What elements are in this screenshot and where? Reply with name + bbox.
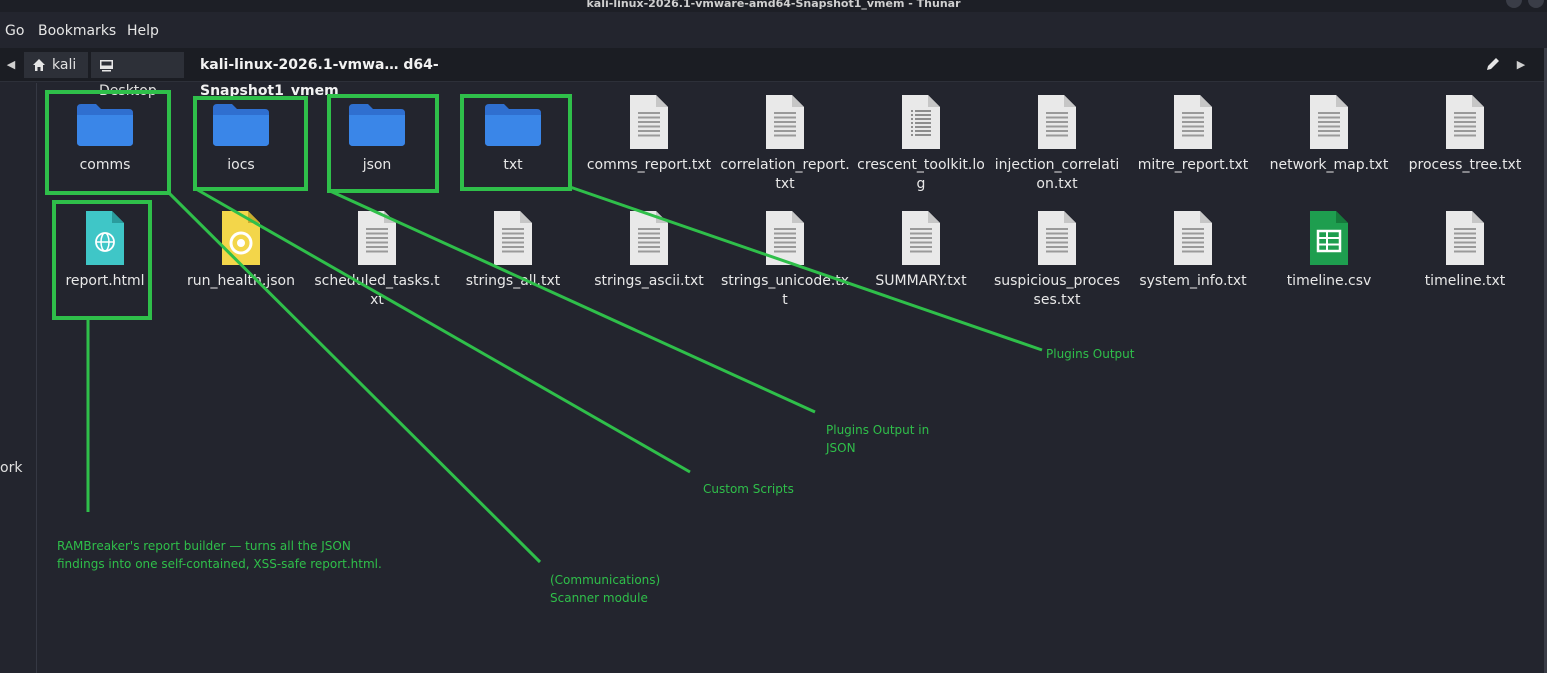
text-file-icon (1038, 95, 1076, 149)
breadcrumb-home[interactable]: kali (24, 52, 88, 78)
breadcrumb-home-label: kali (52, 57, 77, 73)
annotation-plugins-output-json: Plugins Output in JSON (826, 421, 929, 457)
crumb-scroll-right-button[interactable]: ▶ (1512, 52, 1530, 78)
file-name: json (362, 157, 392, 173)
text-file-icon (630, 211, 668, 265)
annotation-comms-scanner-line1: (Communications) (550, 573, 661, 587)
text-file-icon (1310, 95, 1348, 149)
file-item[interactable]: scheduled_tasks.txt (309, 210, 445, 310)
folder-icon (77, 104, 133, 146)
file-item[interactable]: json (309, 94, 445, 175)
sidebar-item-network[interactable]: ork (0, 460, 22, 476)
desktop-icon (100, 60, 113, 72)
file-name: strings_unicode.txt (720, 273, 850, 308)
annotation-comms-scanner-line2: Scanner module (550, 591, 648, 605)
spreadsheet-file-icon (1310, 211, 1348, 265)
file-name: run_health.json (187, 273, 295, 289)
file-item[interactable]: strings_all.txt (445, 210, 581, 291)
edit-location-button[interactable] (1478, 52, 1508, 78)
file-item[interactable]: timeline.txt (1397, 210, 1533, 291)
text-file-icon (1174, 95, 1212, 149)
text-file-icon (1446, 211, 1484, 265)
folder-icon (213, 104, 269, 146)
file-name: strings_all.txt (465, 273, 561, 289)
file-name: timeline.csv (1286, 273, 1372, 289)
file-item[interactable]: SUMMARY.txt (853, 210, 989, 291)
annotation-plugins-output-json-line2: JSON (826, 441, 856, 455)
breadcrumb-current-label: kali-linux-2026.1-vmwa… d64-Snapshot1_vm… (200, 57, 439, 99)
menu-bookmarks[interactable]: Bookmarks (38, 23, 116, 39)
file-item[interactable]: comms_report.txt (581, 94, 717, 175)
text-file-icon (902, 211, 940, 265)
text-file-icon (494, 211, 532, 265)
file-item[interactable]: correlation_report.txt (717, 94, 853, 194)
file-item[interactable]: strings_ascii.txt (581, 210, 717, 291)
breadcrumb-desktop[interactable]: Desktop (91, 52, 184, 99)
file-item[interactable]: run_health.json (173, 210, 309, 291)
file-item[interactable]: comms (37, 94, 173, 175)
globe-file-icon (86, 211, 124, 265)
annotation-plugins-output-json-line1: Plugins Output in (826, 423, 930, 437)
annotation-plugins-output-text: Plugins Output (1046, 347, 1135, 361)
text-file-icon (1174, 211, 1212, 265)
menu-go[interactable]: Go (5, 23, 24, 39)
file-name: txt (503, 157, 523, 173)
file-name: suspicious_processes.txt (993, 273, 1121, 308)
pencil-icon (1487, 58, 1499, 70)
annotation-comms-scanner: (Communications) Scanner module (550, 571, 660, 607)
file-name: process_tree.txt (1408, 157, 1522, 173)
file-item[interactable]: iocs (173, 94, 309, 175)
file-name: injection_correlation.txt (994, 157, 1120, 192)
menu-bar: Go Bookmarks Help (0, 12, 1547, 48)
file-item[interactable]: process_tree.txt (1397, 94, 1533, 175)
text-file-icon (766, 211, 804, 265)
file-name: system_info.txt (1139, 273, 1247, 289)
file-name: scheduled_tasks.txt (314, 273, 440, 308)
file-name: mitre_report.txt (1137, 157, 1249, 173)
json-file-icon (222, 211, 260, 265)
text-file-icon (766, 95, 804, 149)
file-name: network_map.txt (1269, 157, 1389, 173)
file-name: SUMMARY.txt (875, 273, 967, 289)
menu-help[interactable]: Help (127, 23, 159, 39)
text-file-icon (358, 211, 396, 265)
text-file-icon (630, 95, 668, 149)
breadcrumb-current-folder[interactable]: kali-linux-2026.1-vmwa… d64-Snapshot1_vm… (190, 52, 546, 99)
window-title: kali-linux-2026.1-vmware-amd64-Snapshot1… (586, 0, 961, 10)
file-name: comms_report.txt (586, 157, 712, 173)
file-name: report.html (65, 273, 145, 289)
log-file-icon (902, 95, 940, 149)
file-item[interactable]: strings_unicode.txt (717, 210, 853, 310)
file-item[interactable]: timeline.csv (1261, 210, 1397, 291)
file-item[interactable]: crescent_toolkit.log (853, 94, 989, 194)
file-name: strings_ascii.txt (594, 273, 704, 289)
text-file-icon (1038, 211, 1076, 265)
folder-icon (485, 104, 541, 146)
annotation-report-builder-line1: RAMBreaker's report builder — turns all … (57, 539, 351, 553)
crumb-scroll-left-button[interactable]: ◀ (2, 52, 20, 78)
file-name: iocs (227, 157, 255, 173)
folder-icon (349, 104, 405, 146)
file-item[interactable]: report.html (37, 210, 173, 291)
file-item[interactable]: system_info.txt (1125, 210, 1261, 291)
file-item[interactable]: network_map.txt (1261, 94, 1397, 175)
annotation-report-builder: RAMBreaker's report builder — turns all … (57, 537, 382, 573)
file-item[interactable]: injection_correlation.txt (989, 94, 1125, 194)
annotation-report-builder-line2: findings into one self-contained, XSS-sa… (57, 557, 382, 571)
file-item[interactable]: mitre_report.txt (1125, 94, 1261, 175)
file-name: timeline.txt (1424, 273, 1506, 289)
annotation-plugins-output: Plugins Output (1046, 345, 1134, 363)
location-bar: ◀ kali Desktop kali-linux-2026.1-vmwa… d… (0, 48, 1547, 99)
file-name: comms (79, 157, 131, 173)
sidebar: ork (0, 83, 37, 673)
annotation-custom-scripts-text: Custom Scripts (703, 482, 794, 496)
text-file-icon (1446, 95, 1484, 149)
file-item[interactable]: suspicious_processes.txt (989, 210, 1125, 310)
title-bar: kali-linux-2026.1-vmware-amd64-Snapshot1… (0, 0, 1547, 12)
annotation-custom-scripts: Custom Scripts (703, 480, 794, 498)
file-item[interactable]: txt (445, 94, 581, 175)
home-icon (33, 59, 45, 71)
file-name: correlation_report.txt (720, 157, 850, 192)
file-name: crescent_toolkit.log (857, 157, 985, 192)
